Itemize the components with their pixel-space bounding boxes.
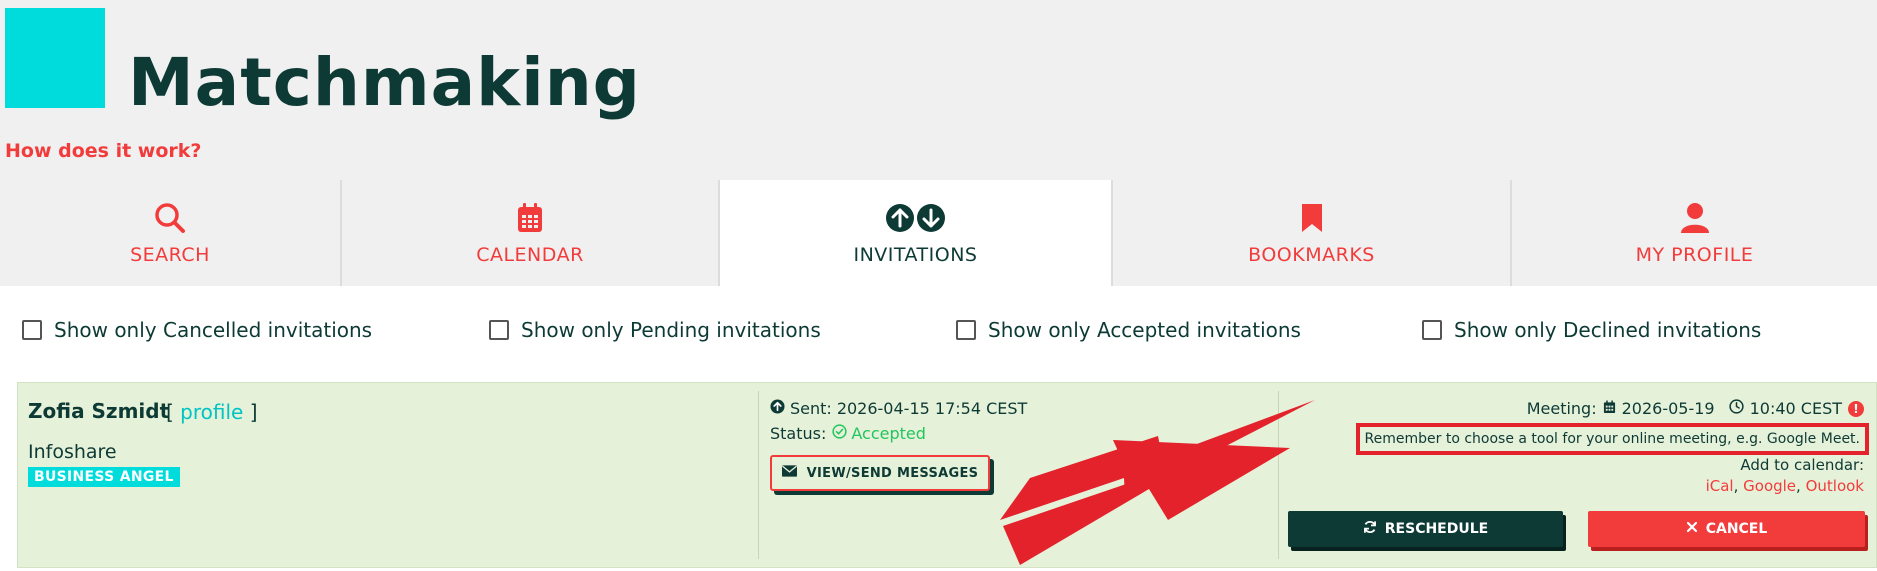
tab-my-profile[interactable]: MY PROFILE <box>1512 180 1877 286</box>
page-title: Matchmaking <box>128 44 641 121</box>
filter-pending-label: Show only Pending invitations <box>521 318 821 342</box>
column-divider <box>1278 391 1279 559</box>
tab-calendar-label: CALENDAR <box>476 244 584 266</box>
tab-search[interactable]: SEARCH <box>0 180 342 286</box>
logo <box>5 8 105 108</box>
tab-search-label: SEARCH <box>130 244 210 266</box>
envelope-icon <box>781 465 797 481</box>
alert-icon: ! <box>1848 400 1864 417</box>
view-send-messages-button[interactable]: VIEW/SEND MESSAGES <box>770 455 990 491</box>
view-send-messages-label: VIEW/SEND MESSAGES <box>806 465 979 481</box>
check-circle-icon <box>832 424 848 443</box>
company-name: Infoshare <box>28 441 117 463</box>
filter-cancelled-checkbox[interactable] <box>22 320 42 340</box>
meeting-time: 10:40 CEST <box>1749 399 1842 418</box>
calendar-links: iCal, Google, Outlook <box>1705 477 1864 495</box>
meeting-date: 2026-05-19 <box>1621 399 1715 418</box>
filter-cancelled-label: Show only Cancelled invitations <box>54 318 373 342</box>
how-does-it-work-link[interactable]: How does it work? <box>5 140 201 162</box>
filter-cancelled[interactable]: Show only Cancelled invitations <box>22 318 372 342</box>
cancel-label: CANCEL <box>1705 521 1768 537</box>
clock-icon <box>1728 399 1744 418</box>
profile-link-wrapper: [ profile ] <box>166 400 258 424</box>
filter-pending-checkbox[interactable] <box>489 320 509 340</box>
ical-link[interactable]: iCal <box>1706 477 1734 495</box>
sent-label: Sent: <box>790 399 832 418</box>
contact-name: Zofia Szmidt <box>28 399 170 423</box>
filter-pending[interactable]: Show only Pending invitations <box>489 318 821 342</box>
add-to-calendar-label: Add to calendar: <box>1740 456 1864 474</box>
sent-arrow-icon <box>770 399 785 418</box>
filter-accepted-checkbox[interactable] <box>956 320 976 340</box>
close-icon <box>1686 521 1698 537</box>
refresh-icon <box>1363 520 1377 538</box>
tab-bookmarks-label: BOOKMARKS <box>1248 244 1375 266</box>
meeting-info: Meeting: 2026-05-19 10:40 CEST ! <box>1527 399 1864 418</box>
google-calendar-link[interactable]: Google <box>1743 477 1796 495</box>
online-meeting-reminder: Remember to choose a tool for your onlin… <box>1355 423 1869 455</box>
filter-accepted-label: Show only Accepted invitations <box>988 318 1301 342</box>
status-label: Status: <box>770 424 827 443</box>
filter-declined-checkbox[interactable] <box>1422 320 1442 340</box>
reschedule-button[interactable]: RESCHEDULE <box>1288 511 1563 547</box>
sent-value: 2026-04-15 17:54 CEST <box>836 399 1028 418</box>
profile-link[interactable]: profile <box>180 400 243 424</box>
calendar-icon <box>515 200 545 236</box>
bracket-close: ] <box>249 400 258 424</box>
meeting-label: Meeting: <box>1526 399 1597 418</box>
status-value: Accepted <box>851 424 926 443</box>
search-icon <box>153 200 187 236</box>
tab-bar: SEARCH CALENDAR INVITATIONS BOOKMARKS MY… <box>0 180 1877 286</box>
status-info: Status: Accepted <box>770 424 926 443</box>
tab-calendar[interactable]: CALENDAR <box>342 180 720 286</box>
status-badge: Accepted <box>832 424 926 443</box>
tab-my-profile-label: MY PROFILE <box>1635 244 1754 266</box>
filter-accepted[interactable]: Show only Accepted invitations <box>956 318 1301 342</box>
invitations-icon <box>885 200 947 236</box>
tab-invitations-label: INVITATIONS <box>853 244 978 266</box>
filter-declined-label: Show only Declined invitations <box>1454 318 1762 342</box>
invitation-filters: Show only Cancelled invitations Show onl… <box>0 318 1877 348</box>
filter-declined[interactable]: Show only Declined invitations <box>1422 318 1761 342</box>
tab-bookmarks[interactable]: BOOKMARKS <box>1113 180 1512 286</box>
calendar-small-icon <box>1603 399 1616 418</box>
column-divider <box>758 391 759 559</box>
invitation-card: Zofia Szmidt [ profile ] Infoshare BUSIN… <box>17 382 1877 568</box>
bookmark-icon <box>1300 200 1324 236</box>
role-badge: BUSINESS ANGEL <box>28 467 180 487</box>
bracket-open: [ <box>166 400 174 424</box>
reschedule-label: RESCHEDULE <box>1384 521 1489 537</box>
user-icon <box>1680 200 1710 236</box>
page-header: Matchmaking How does it work? <box>0 0 1877 180</box>
sent-info: Sent: 2026-04-15 17:54 CEST <box>770 399 1027 418</box>
cancel-button[interactable]: CANCEL <box>1588 511 1865 547</box>
tab-invitations[interactable]: INVITATIONS <box>720 180 1113 286</box>
outlook-link[interactable]: Outlook <box>1806 477 1864 495</box>
